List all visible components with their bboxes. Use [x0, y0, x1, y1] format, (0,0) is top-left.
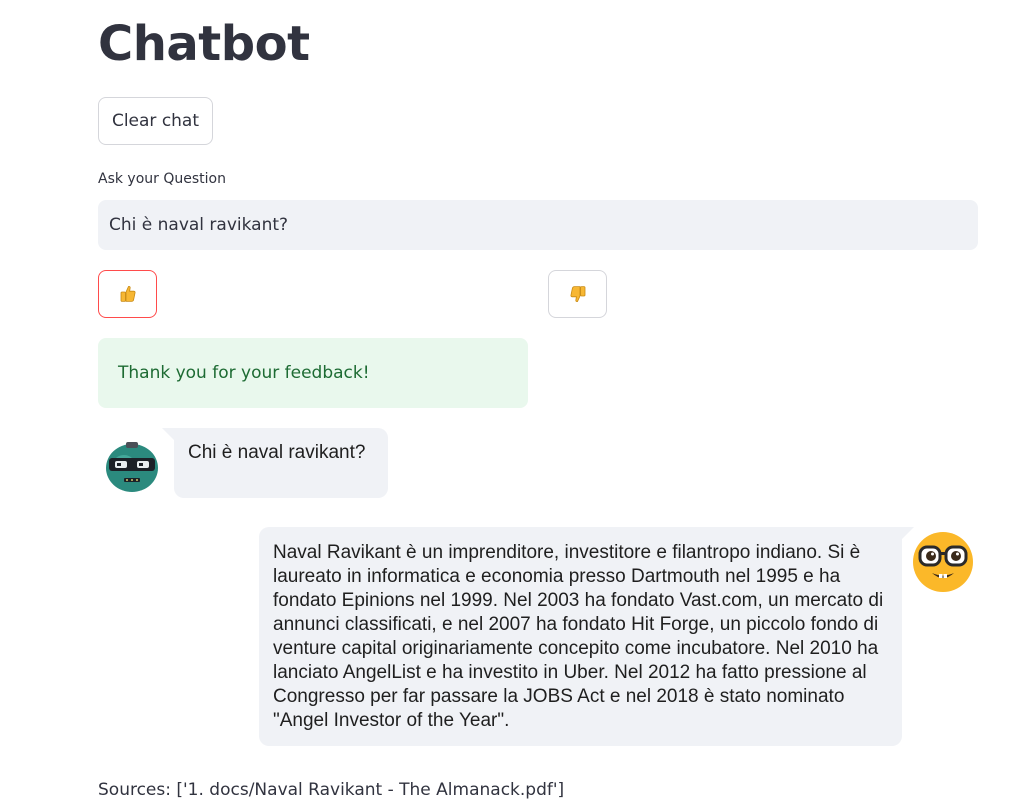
page-title: Chatbot — [98, 16, 310, 72]
question-input[interactable] — [98, 200, 978, 250]
bot-message-bubble: Chi è naval ravikant? — [174, 428, 388, 498]
nerd-face-avatar-icon — [913, 532, 973, 592]
feedback-success-alert: Thank you for your feedback! — [98, 338, 528, 408]
thumbs-down-button[interactable] — [548, 270, 607, 318]
user-message-bubble: Naval Ravikant è un imprenditore, invest… — [259, 527, 902, 746]
robot-avatar-icon — [106, 442, 158, 492]
thumbs-up-button[interactable] — [98, 270, 157, 318]
thumbs-up-icon — [120, 285, 135, 302]
thumbs-down-icon — [570, 286, 585, 303]
question-label: Ask your Question — [98, 171, 226, 187]
chatbot-page: Chatbot Clear chat Ask your Question Tha… — [0, 0, 1011, 806]
sources-text: Sources: ['1. docs/Naval Ravikant - The … — [98, 780, 565, 800]
clear-chat-button[interactable]: Clear chat — [98, 97, 213, 145]
bubble-tail — [162, 428, 174, 440]
